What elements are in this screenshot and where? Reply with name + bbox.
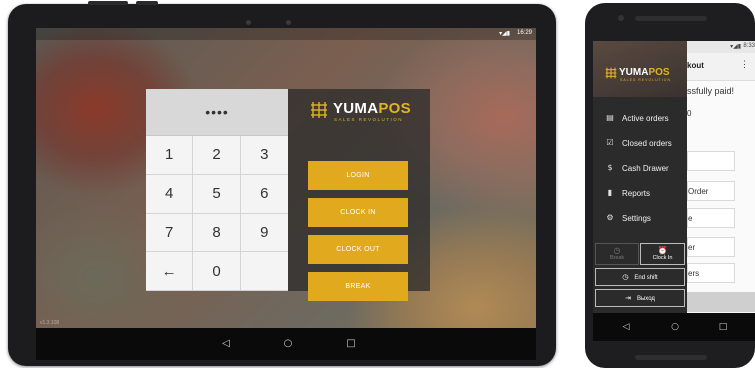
background-card: Order: [687, 181, 735, 201]
more-icon[interactable]: ⋮: [740, 59, 749, 70]
key-5[interactable]: 5: [193, 174, 241, 214]
key-blank: [240, 252, 288, 291]
order-text: Order: [688, 187, 709, 196]
home-icon[interactable]: ○: [669, 321, 681, 333]
check-receipt-icon: ☑: [606, 138, 614, 147]
pause-icon: ◷: [613, 246, 621, 255]
background-bar: [687, 292, 755, 312]
logo-text: YUMAPOS: [333, 100, 411, 117]
menu-item-closed-orders[interactable]: ☑ Closed orders: [593, 134, 687, 154]
phone-camera: [618, 15, 624, 21]
key-8[interactable]: 8: [193, 213, 241, 253]
back-icon[interactable]: ◁: [620, 321, 632, 333]
menu-item-label: Active orders: [622, 114, 669, 123]
yumapos-logo-mark-icon: [311, 102, 327, 118]
yumapos-logo: YUMAPOS SALES REVOLUTION: [605, 67, 685, 85]
end-shift-button[interactable]: ◷ End shift: [595, 268, 685, 286]
break-button[interactable]: BREAK: [308, 272, 408, 301]
power-button: [136, 1, 158, 5]
tablet-status-bar: ▾◢▮ 16:29: [36, 28, 536, 40]
clock-in-button[interactable]: CLOCK IN: [308, 198, 408, 227]
pin-display: ••••: [146, 89, 288, 136]
volume-button: [88, 1, 128, 5]
tablet-camera: [246, 20, 251, 25]
clock-in-label: Clock In: [652, 255, 673, 261]
drawer-header: YUMAPOS SALES REVOLUTION: [593, 41, 687, 97]
logo-tagline: SALES REVOLUTION: [620, 78, 672, 82]
payment-success-text: ssfully paid!: [687, 86, 735, 96]
bar-chart-icon: ▮: [607, 188, 613, 197]
key-4[interactable]: 4: [146, 174, 194, 214]
status-time: 16:29: [516, 30, 532, 36]
tablet-nav-bar: ◁ ○ □: [36, 328, 536, 360]
clock-out-button[interactable]: CLOCK OUT: [308, 235, 408, 264]
status-time: 8:33: [743, 43, 755, 49]
home-icon[interactable]: ○: [282, 338, 294, 350]
keypad-grid: 1 2 3 4 5 6 7 8 9 ← 0: [146, 136, 288, 291]
break-label: Break: [609, 255, 625, 261]
background-text: ers: [688, 269, 700, 278]
key-0[interactable]: 0: [193, 252, 241, 291]
logout-icon: ⇥: [625, 294, 631, 302]
clock-in-button[interactable]: ⏰ Clock In: [640, 243, 685, 265]
background-card: e: [687, 208, 735, 228]
login-button[interactable]: LOGIN: [308, 161, 408, 190]
alarm-clock-icon: ⏰: [657, 246, 668, 255]
amount-text: 0: [687, 109, 692, 118]
logout-label: Выход: [636, 296, 655, 302]
menu-item-reports[interactable]: ▮ Reports: [593, 184, 687, 204]
key-6[interactable]: 6: [240, 174, 288, 214]
menu-item-cash-drawer[interactable]: $ Cash Drawer: [593, 159, 687, 179]
phone-nav-bar: ◁ ○ □: [593, 313, 755, 341]
background-card: er: [687, 237, 735, 257]
recents-icon[interactable]: □: [717, 321, 729, 333]
tablet-screen: ▾◢▮ 16:29 •••• 1 2 3 4 5 6 7 8 9 ← 0 YUM…: [36, 28, 536, 360]
recents-icon[interactable]: □: [345, 338, 357, 350]
actions-panel: YUMAPOS SALES REVOLUTION LOGIN CLOCK IN …: [288, 89, 430, 301]
signal-battery-icon: ▾◢▮: [730, 43, 741, 50]
key-1[interactable]: 1: [146, 136, 194, 175]
background-text: e: [688, 214, 693, 223]
tablet-device: ▾◢▮ 16:29 •••• 1 2 3 4 5 6 7 8 9 ← 0 YUM…: [8, 1, 556, 366]
logo-tagline: SALES REVOLUTION: [334, 117, 404, 122]
app-version: v1.3.108: [40, 320, 60, 326]
pin-keypad: •••• 1 2 3 4 5 6 7 8 9 ← 0: [146, 89, 288, 291]
signal-battery-icon: ▾◢▮: [499, 30, 510, 37]
menu-item-label: Settings: [622, 214, 651, 223]
menu-item-label: Reports: [622, 189, 651, 198]
back-icon[interactable]: ◁: [220, 338, 232, 350]
yumapos-logo-mark-icon: [605, 67, 617, 79]
dollar-coin-icon: $: [607, 163, 613, 172]
gear-icon: ⚙: [606, 213, 614, 222]
background-card: [687, 151, 735, 171]
menu-item-settings[interactable]: ⚙ Settings: [593, 209, 687, 229]
menu-item-label: Cash Drawer: [622, 164, 669, 173]
key-3[interactable]: 3: [240, 136, 288, 175]
background-text: er: [688, 243, 696, 252]
backspace-key[interactable]: ←: [146, 252, 194, 291]
phone-speaker: [635, 16, 707, 21]
logout-button[interactable]: ⇥ Выход: [595, 289, 685, 307]
navigation-drawer: YUMAPOS SALES REVOLUTION ▤ Active orders…: [593, 41, 687, 313]
end-shift-label: End shift: [634, 275, 658, 281]
key-2[interactable]: 2: [193, 136, 241, 175]
phone-bottom-speaker: [635, 355, 707, 360]
key-7[interactable]: 7: [146, 213, 194, 253]
menu-item-label: Closed orders: [622, 139, 672, 148]
receipt-icon: ▤: [606, 113, 614, 122]
yumapos-logo: YUMAPOS SALES REVOLUTION: [310, 100, 420, 124]
clock-icon: ◷: [622, 273, 629, 281]
logo-text: YUMAPOS: [619, 67, 670, 78]
phone-device: ▾◢▮ 8:33 kout ⋮ ssfully paid! 0 Order e …: [585, 3, 755, 368]
background-card: ers: [687, 263, 735, 283]
menu-item-active-orders[interactable]: ▤ Active orders: [593, 109, 687, 129]
phone-screen: ▾◢▮ 8:33 kout ⋮ ssfully paid! 0 Order e …: [593, 41, 755, 341]
page-title: kout: [687, 61, 704, 70]
key-9[interactable]: 9: [240, 213, 288, 253]
tablet-sensor: [286, 20, 291, 25]
break-button[interactable]: ◷ Break: [595, 243, 639, 265]
